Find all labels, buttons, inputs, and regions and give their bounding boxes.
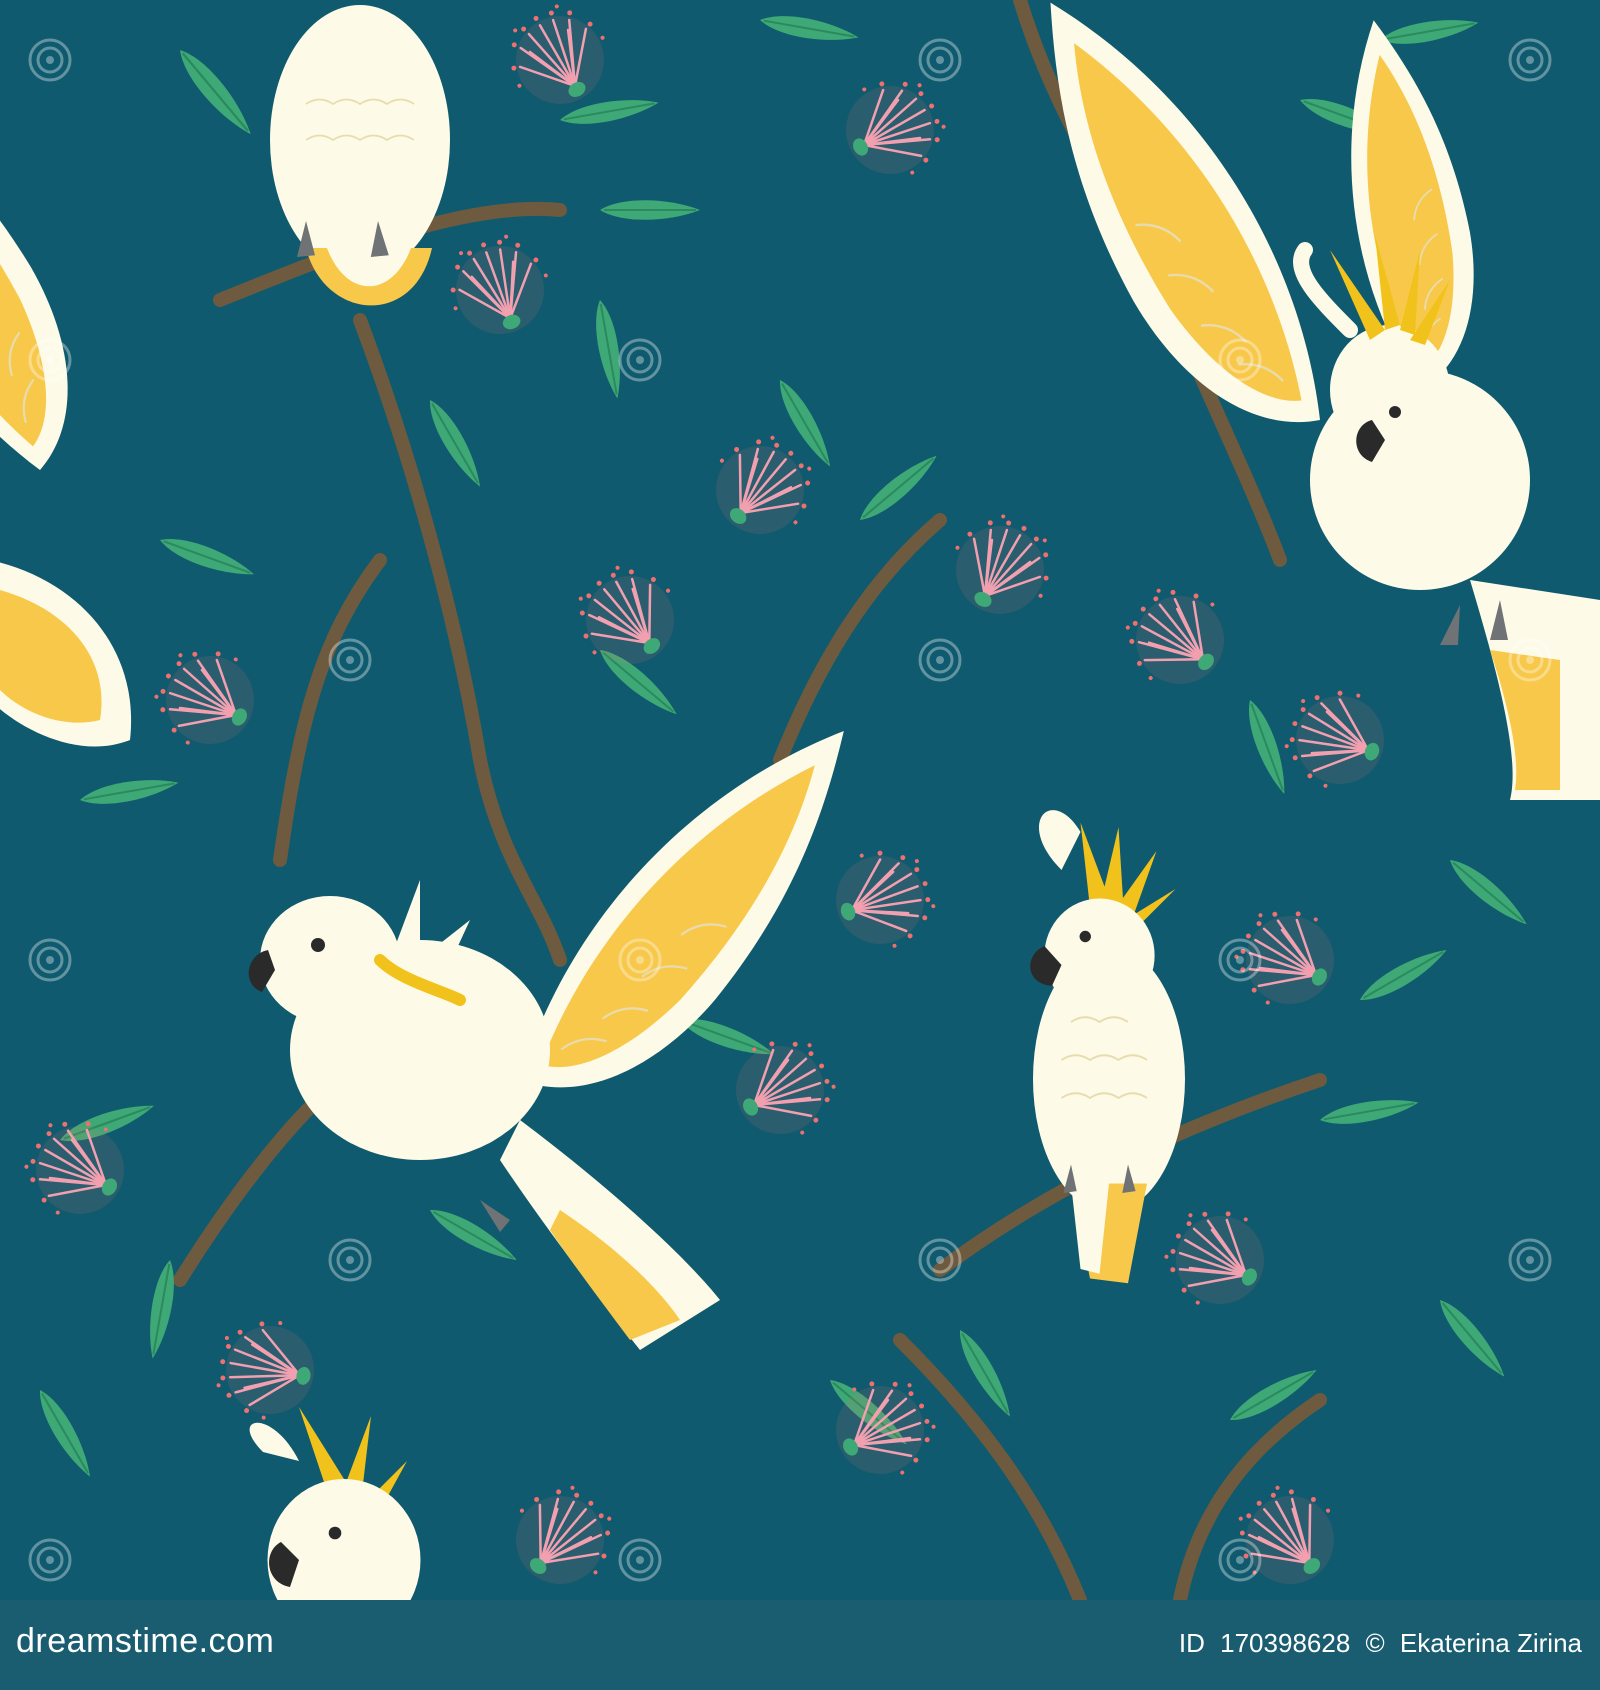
image-credit-bar: dreamstime.com ID 170398628 © Ekaterina … — [0, 1600, 1600, 1690]
stock-image: dreamstime.com ID 170398628 © Ekaterina … — [0, 0, 1600, 1690]
cockatoo-pattern-illustration — [0, 0, 1600, 1600]
site-name[interactable]: dreamstime.com — [16, 1622, 274, 1661]
image-credit: ID 170398628 © Ekaterina Zirina — [1179, 1628, 1582, 1659]
image-id: 170398628 — [1220, 1628, 1351, 1658]
copyright-symbol: © — [1365, 1628, 1385, 1658]
author-name: Ekaterina Zirina — [1399, 1628, 1582, 1658]
id-label: ID — [1178, 1628, 1205, 1658]
